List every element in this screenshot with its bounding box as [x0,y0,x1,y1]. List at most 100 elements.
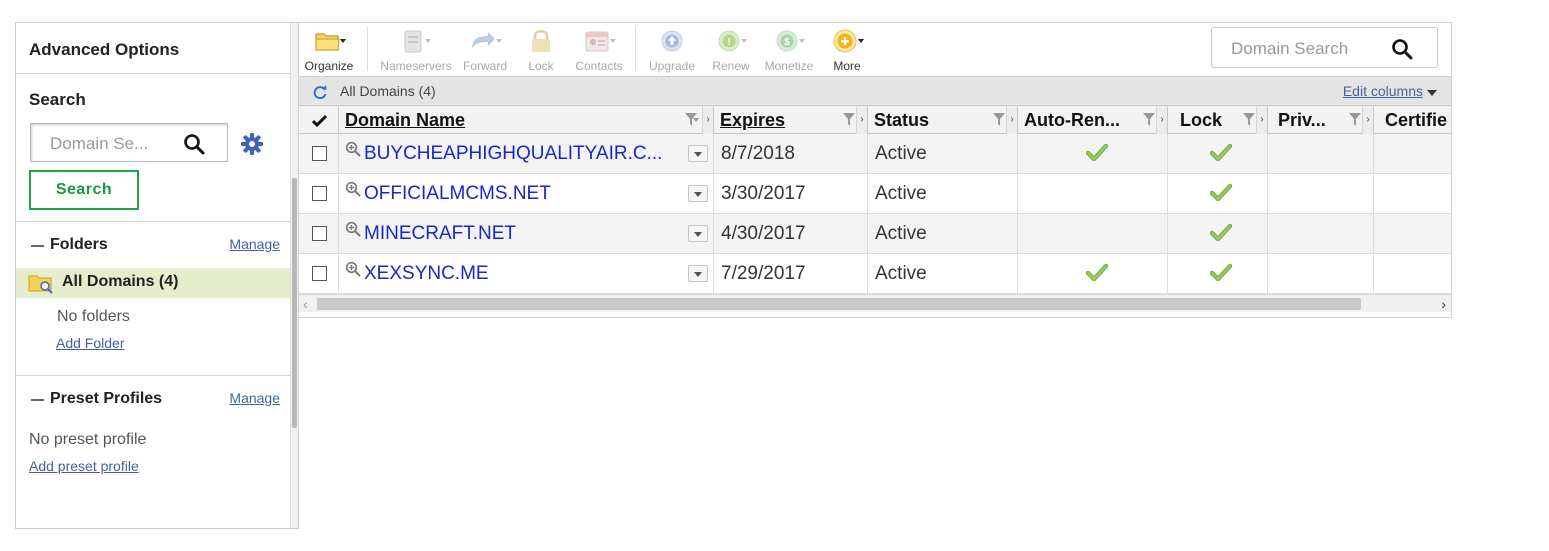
privacy-header[interactable]: Priv... [1278,110,1326,131]
domain-link[interactable]: BUYCHEAPHIGHQUALITYAIR.C... [364,143,662,165]
search-section: Search Domain Se... Search [16,74,291,222]
row-checkbox[interactable] [312,226,327,241]
row-actions-dropdown[interactable] [688,185,708,202]
contacts-button[interactable]: Contacts [573,28,625,74]
checkmark-icon [1210,263,1232,281]
forward-button[interactable]: Forward [459,28,511,74]
left-search-placeholder: Domain Se... [50,134,149,153]
table-row[interactable]: XEXSYNC.ME 7/29/2017 Active [299,254,1451,294]
table-row[interactable]: MINECRAFT.NET 4/30/2017 Active [299,214,1451,254]
nameservers-button[interactable]: Nameservers [379,28,453,74]
domain-search-input[interactable]: Domain Search [1211,27,1438,68]
lock-icon [532,30,550,52]
lock-cell [1168,214,1268,254]
edit-columns-link[interactable]: Edit columns [1343,83,1423,99]
renew-button[interactable]: ! Renew [705,28,757,74]
domain-name-cell: MINECRAFT.NET [339,214,714,254]
monetize-label: Monetize [764,59,814,73]
preset-manage-link[interactable]: Manage [229,390,280,406]
column-resize-handle[interactable]: › [1156,106,1167,134]
zoom-in-icon[interactable] [345,141,361,157]
add-folder-link[interactable]: Add Folder [56,335,124,351]
filter-icon[interactable] [1243,113,1255,126]
search-button[interactable]: Search [29,170,139,210]
row-checkbox[interactable] [312,146,327,161]
checkmark-icon [1210,143,1232,161]
column-header-lock[interactable]: Lock › [1168,106,1268,134]
more-button[interactable]: More [823,28,871,74]
row-checkbox[interactable] [312,266,327,281]
domain-name-cell: OFFICIALMCMS.NET [339,174,714,214]
select-all-column[interactable] [299,106,339,134]
domain-name-cell: BUYCHEAPHIGHQUALITYAIR.C... [339,134,714,174]
lock-header[interactable]: Lock [1180,110,1222,131]
zoom-in-icon[interactable] [345,221,361,237]
table-row[interactable]: BUYCHEAPHIGHQUALITYAIR.C... 8/7/2018 Activ… [299,134,1451,174]
row-actions-dropdown[interactable] [688,145,708,162]
domain-link[interactable]: OFFICIALMCMS.NET [364,183,551,205]
monetize-button[interactable]: $ Monetize [761,28,817,74]
gear-icon[interactable] [240,132,264,156]
auto-renew-cell [1018,214,1168,254]
column-resize-handle[interactable]: › [702,106,713,134]
column-header-domain-name[interactable]: Domain Name › [339,106,714,134]
folders-title[interactable]: Folders [50,236,108,254]
table-row[interactable]: OFFICIALMCMS.NET 3/30/2017 Active [299,174,1451,214]
add-preset-link[interactable]: Add preset profile [29,458,139,474]
collapse-folders-icon[interactable] [31,245,44,247]
table-header: Domain Name › Expires › Status › Auto-Re… [299,105,1451,134]
domain-link[interactable]: MINECRAFT.NET [364,223,516,245]
lock-cell [1168,254,1268,294]
refresh-icon[interactable] [312,84,328,100]
column-header-certified[interactable]: Certifie [1374,106,1451,134]
checkmark-icon[interactable] [312,114,327,128]
left-panel-scrollbar[interactable] [290,23,298,528]
scroll-right-arrow-icon[interactable]: › [1441,295,1446,313]
filter-icon[interactable] [993,113,1005,126]
lock-button[interactable]: Lock [521,28,561,74]
folders-manage-link[interactable]: Manage [229,236,280,252]
zoom-in-icon[interactable] [345,261,361,277]
row-checkbox[interactable] [312,186,327,201]
upgrade-label: Upgrade [648,59,696,73]
domain-link[interactable]: XEXSYNC.ME [364,263,489,285]
column-header-privacy[interactable]: Priv... › [1268,106,1374,134]
search-icon[interactable] [1391,38,1413,60]
column-header-expires[interactable]: Expires › [714,106,868,134]
left-scroll-thumb[interactable] [292,178,297,428]
folder-icon [315,33,346,51]
horizontal-scrollbar[interactable]: ‹ › [299,294,1451,312]
folder-item-all-domains[interactable]: All Domains (4) [16,268,291,298]
horizontal-scroll-thumb[interactable] [317,298,1361,310]
column-resize-handle[interactable]: › [856,106,867,134]
forward-arrow-icon [472,32,502,48]
row-actions-dropdown[interactable] [688,225,708,242]
column-resize-handle[interactable]: › [1256,106,1267,134]
advanced-options-title: Advanced Options [16,23,291,74]
filter-icon[interactable] [843,113,855,126]
certified-header[interactable]: Certifie [1385,110,1447,131]
upgrade-button[interactable]: Upgrade [645,28,699,74]
column-resize-handle[interactable]: › [1006,106,1017,134]
status-header[interactable]: Status [874,110,929,131]
column-header-auto-renew[interactable]: Auto-Ren... › [1018,106,1168,134]
advanced-options-panel: Advanced Options Search Domain Se... Sea… [15,22,299,529]
scroll-left-arrow-icon[interactable]: ‹ [303,295,308,313]
search-icon[interactable] [183,133,205,155]
column-resize-handle[interactable]: › [1362,106,1373,134]
row-actions-dropdown[interactable] [688,265,708,282]
left-search-input[interactable]: Domain Se... [30,123,228,162]
filter-icon[interactable] [1143,113,1155,126]
collapse-preset-icon[interactable] [31,399,44,401]
auto-renew-header[interactable]: Auto-Ren... [1024,110,1120,131]
certified-cell [1374,174,1451,214]
zoom-in-icon[interactable] [345,181,361,197]
chevron-down-icon[interactable] [1427,90,1437,96]
filter-icon[interactable] [1349,113,1361,126]
checkmark-icon [1210,223,1232,241]
organize-button[interactable]: Organize [303,28,355,74]
column-header-status[interactable]: Status › [868,106,1018,134]
expires-header[interactable]: Expires [720,110,785,131]
preset-profiles-title[interactable]: Preset Profiles [50,390,162,408]
domain-name-header[interactable]: Domain Name [345,110,465,131]
